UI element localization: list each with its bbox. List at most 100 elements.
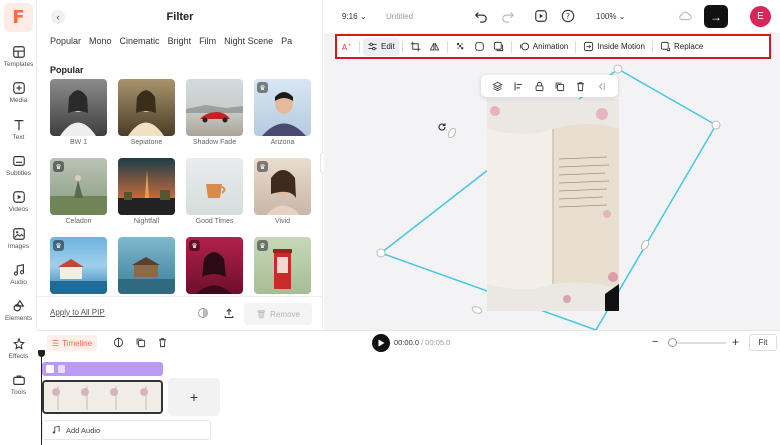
redo-icon[interactable] <box>501 9 515 23</box>
sliders-icon <box>368 42 377 51</box>
rail-item-videos[interactable]: Videos <box>0 190 37 213</box>
video-clip[interactable] <box>42 380 163 414</box>
split-icon[interactable] <box>113 337 124 348</box>
animation-label: Animation <box>532 42 569 51</box>
upload-icon[interactable] <box>223 307 235 319</box>
cup-image <box>206 184 226 198</box>
avatar[interactable]: E <box>750 6 771 27</box>
apply-to-all-pip-link[interactable]: Apply to All PIP <box>50 308 105 317</box>
app-logo[interactable]: F <box>4 3 33 32</box>
tab-partial[interactable]: Pa <box>281 36 292 46</box>
tab-mono[interactable]: Mono <box>89 36 112 46</box>
timeline-toggle-button[interactable]: ☰ Timeline <box>47 335 97 351</box>
lock-icon[interactable] <box>534 81 545 92</box>
filter-tile-shadow-fade[interactable]: Shadow Fade <box>186 79 243 146</box>
filter-tile-row3-3[interactable]: ♛ <box>186 237 243 294</box>
tab-popular[interactable]: Popular <box>50 36 81 46</box>
crop-button[interactable] <box>406 38 425 56</box>
rail-label: Media <box>9 97 28 104</box>
canvas-photo[interactable] <box>487 99 619 311</box>
rail-item-text[interactable]: Text <box>0 118 37 141</box>
copy-icon[interactable] <box>135 337 146 348</box>
filter-tile-sepiatone[interactable]: Sepiatone <box>118 79 175 146</box>
filter-tile-bw1[interactable]: BW 1 <box>50 79 107 146</box>
zoom-slider-thumb[interactable] <box>668 338 677 347</box>
collapse-toolbar-icon[interactable] <box>596 81 607 92</box>
inside-motion-icon <box>584 41 594 52</box>
rotate-icon[interactable] <box>436 121 448 133</box>
rail-label: Effects <box>8 353 29 360</box>
images-icon <box>12 228 25 240</box>
filter-tile-vivid[interactable]: ♛ Vivid <box>254 158 311 225</box>
shadow-icon <box>493 41 503 52</box>
export-button[interactable]: → <box>704 5 728 28</box>
fit-button[interactable]: Fit <box>749 334 777 351</box>
shadow-button[interactable] <box>489 38 508 56</box>
compare-icon[interactable] <box>197 307 209 319</box>
zoom-select[interactable]: 100% ⌄ <box>596 12 625 21</box>
opacity-icon <box>456 43 464 50</box>
rail-item-audio[interactable]: Audio <box>0 263 37 286</box>
panel-footer: Apply to All PIP 🗑 Remove <box>37 296 323 330</box>
subtitles-icon <box>12 156 25 166</box>
duplicate-icon[interactable] <box>554 81 565 92</box>
corner-radius-button[interactable] <box>470 38 489 56</box>
pip-track[interactable] <box>42 362 163 376</box>
filter-thumb <box>186 158 243 215</box>
rail-item-effects[interactable]: Effects <box>0 337 37 360</box>
zoom-in-icon[interactable]: + <box>732 335 739 349</box>
animation-button[interactable]: Animation <box>515 38 573 56</box>
filter-tile-celadon[interactable]: ♛ Celadon <box>50 158 107 225</box>
add-audio-button[interactable]: Add Audio <box>42 420 211 440</box>
section-title: Popular <box>50 65 84 75</box>
ai-text-icon: A + <box>342 42 352 52</box>
trash-icon[interactable] <box>157 337 168 348</box>
tools-icon <box>12 375 25 385</box>
ai-text-button[interactable]: A + <box>337 38 356 56</box>
filter-tile-row3-2[interactable] <box>118 237 175 294</box>
rail-item-subtitles[interactable]: Subtitles <box>0 154 37 177</box>
filter-tile-row3-1[interactable]: ♛ <box>50 237 107 294</box>
timeline-zoom-control: − + <box>652 335 742 351</box>
project-title[interactable]: Untitled <box>386 12 413 21</box>
add-audio-label: Add Audio <box>66 425 101 435</box>
flip-button[interactable] <box>425 38 444 56</box>
crown-icon: ♛ <box>189 240 200 251</box>
car-image <box>186 105 243 123</box>
tab-bright[interactable]: Bright <box>168 36 192 46</box>
rail-item-images[interactable]: Images <box>0 227 37 250</box>
divider <box>575 40 577 53</box>
filter-tile-row3-4[interactable]: ♛ <box>254 237 311 294</box>
undo-icon[interactable] <box>474 9 488 23</box>
cloud-icon[interactable] <box>678 9 692 23</box>
replace-button[interactable]: Replace <box>656 38 707 56</box>
opacity-button[interactable] <box>451 38 470 56</box>
align-icon[interactable] <box>513 81 524 92</box>
preview-icon[interactable] <box>534 9 548 23</box>
rail-item-media[interactable]: Media <box>0 81 37 104</box>
plus-icon: + <box>189 389 199 405</box>
hut-image <box>118 257 175 294</box>
zoom-out-icon[interactable]: − <box>652 336 658 348</box>
rail-item-elements[interactable]: Elements <box>0 299 37 322</box>
remove-button[interactable]: 🗑 Remove <box>244 303 312 325</box>
filter-tile-nightfall[interactable]: Nightfall <box>118 158 175 225</box>
layers-icon[interactable] <box>492 81 503 92</box>
tab-film[interactable]: Film <box>199 36 216 46</box>
filter-tile-good-times[interactable]: Good Times <box>186 158 243 225</box>
rail-item-templates[interactable]: Templates <box>0 45 37 68</box>
filter-tile-arizona[interactable]: ♛ Arizona <box>254 79 311 146</box>
audio-icon <box>13 264 24 276</box>
aspect-ratio-select[interactable]: 9:16 ⌄ <box>342 12 367 21</box>
delete-icon[interactable] <box>575 81 586 92</box>
help-icon[interactable]: ? <box>561 9 575 23</box>
inside-motion-button[interactable]: Inside Motion <box>579 38 649 56</box>
trash-icon: 🗑 <box>256 309 267 319</box>
timeline-panel: ☰ Timeline 00:00.0 / 00:05.0 − + Fit + Ad… <box>37 330 780 445</box>
rail-item-tools[interactable]: Tools <box>0 373 37 396</box>
add-clip-button[interactable]: + <box>168 378 220 416</box>
tab-night-scene[interactable]: Night Scene <box>224 36 273 46</box>
edit-button[interactable]: Edit <box>363 37 399 56</box>
tab-cinematic[interactable]: Cinematic <box>120 36 160 46</box>
play-button[interactable] <box>372 334 390 352</box>
